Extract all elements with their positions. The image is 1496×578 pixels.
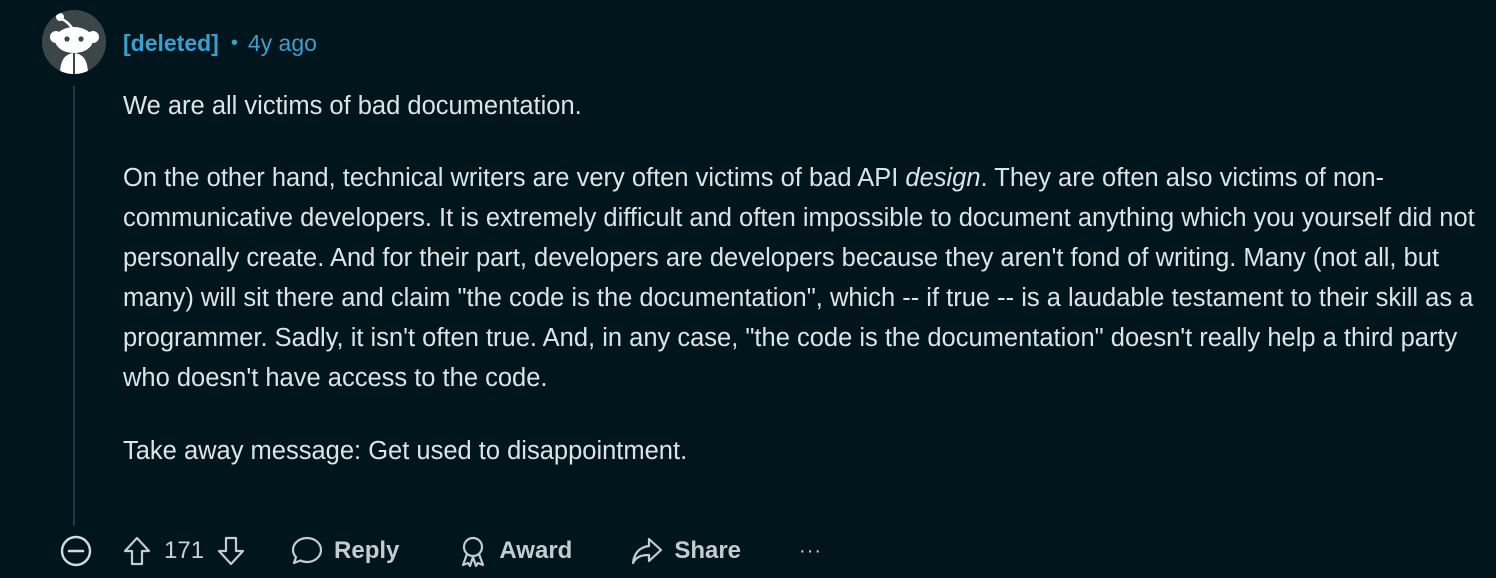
comment-meta: [deleted] • 4y ago xyxy=(123,28,317,58)
comment-body: We are all victims of bad documentation.… xyxy=(123,86,1488,471)
paragraph-text: On the other hand, technical writers are… xyxy=(123,164,906,192)
author-name[interactable]: [deleted] xyxy=(123,30,219,57)
award-label: Award xyxy=(499,537,573,564)
arrow-down-icon xyxy=(217,536,245,566)
speech-bubble-icon xyxy=(291,536,323,565)
award-button[interactable]: Award xyxy=(457,534,572,568)
reply-button[interactable]: Reply xyxy=(290,535,399,567)
award-ribbon-icon xyxy=(462,536,485,568)
upvote-button[interactable] xyxy=(122,535,152,567)
reply-label: Reply xyxy=(334,537,400,564)
collapse-button[interactable] xyxy=(57,532,95,570)
vote-score: 171 xyxy=(164,537,205,564)
share-button[interactable]: Share xyxy=(630,535,741,567)
comment-time[interactable]: 4y ago xyxy=(248,30,317,57)
comment-paragraph: We are all victims of bad documentation. xyxy=(123,92,582,120)
snoo-avatar-icon xyxy=(42,10,106,74)
minus-circle-icon xyxy=(60,535,92,567)
comment-paragraph: Take away message: Get used to disappoin… xyxy=(123,437,688,465)
more-options-button[interactable]: ··· xyxy=(799,540,822,563)
meta-separator: • xyxy=(230,31,238,54)
comment-actions: 171 Reply Award Share ··· xyxy=(55,528,822,574)
downvote-button[interactable] xyxy=(216,535,246,567)
comment-paragraph: On the other hand, technical writers are… xyxy=(123,158,1488,398)
share-arrow-icon xyxy=(632,537,663,565)
share-label: Share xyxy=(674,537,742,564)
thread-line[interactable] xyxy=(73,86,75,526)
emphasis-text: design xyxy=(905,164,981,192)
avatar[interactable] xyxy=(42,10,106,74)
arrow-up-icon xyxy=(123,536,151,566)
paragraph-text: . They are often also victims of non-com… xyxy=(123,164,1475,392)
